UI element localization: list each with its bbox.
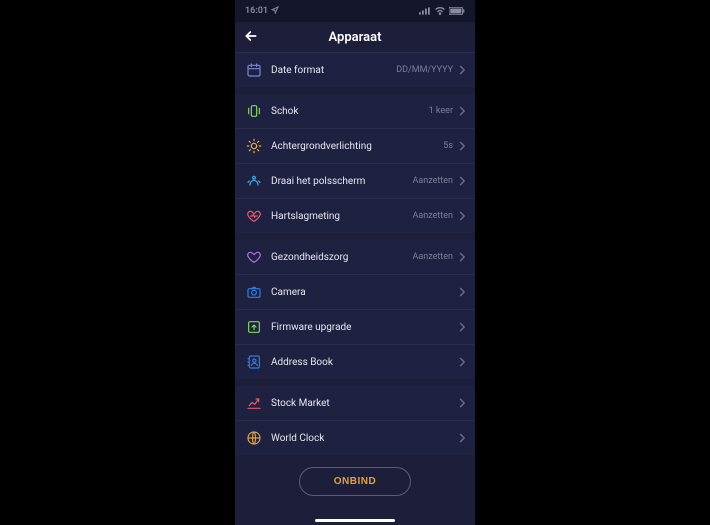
row-label: Stock Market (271, 398, 459, 409)
chevron-right-icon (459, 322, 465, 332)
row-healthcare[interactable]: GezondheidszorgAanzetten (235, 240, 475, 274)
chevron-right-icon (459, 433, 465, 443)
row-value: Aanzetten (412, 176, 453, 186)
row-worldclock[interactable]: World Clock (235, 420, 475, 455)
back-button[interactable] (243, 28, 259, 48)
addressbook-icon (245, 353, 263, 371)
chevron-right-icon (459, 106, 465, 116)
heart-icon (245, 207, 263, 225)
row-backlight[interactable]: Achtergrondverlichting5s (235, 128, 475, 163)
chevron-right-icon (459, 176, 465, 186)
row-stockmarket[interactable]: Stock Market (235, 386, 475, 420)
chevron-right-icon (459, 141, 465, 151)
chevron-right-icon (459, 211, 465, 221)
settings-group: GezondheidszorgAanzetten Camera Firmware u… (235, 240, 475, 379)
row-shock[interactable]: Schok1 keer (235, 94, 475, 128)
status-time: 16:01 (245, 6, 268, 16)
row-label: Gezondheidszorg (271, 252, 412, 263)
vibrate-icon (245, 102, 263, 120)
row-value: 1 keer (429, 106, 453, 116)
row-label: Draai het polsscherm (271, 176, 412, 187)
row-label: Camera (271, 287, 459, 298)
chevron-right-icon (459, 65, 465, 75)
row-value: Aanzetten (412, 211, 453, 221)
chevron-right-icon (459, 357, 465, 367)
row-value: 5s (443, 141, 453, 151)
row-firmware[interactable]: Firmware upgrade (235, 309, 475, 344)
settings-group: Date formatDD/MM/YYYY (235, 53, 475, 87)
chevron-right-icon (459, 252, 465, 262)
status-bar: 16:01 (235, 0, 475, 22)
battery-icon (449, 7, 465, 15)
stock-icon (245, 394, 263, 412)
row-value: Aanzetten (412, 252, 453, 262)
row-value: DD/MM/YYYY (396, 65, 453, 75)
healthheart-icon (245, 248, 263, 266)
row-addressbook[interactable]: Address Book (235, 344, 475, 379)
row-label: Firmware upgrade (271, 322, 459, 333)
row-label: Date format (271, 65, 396, 76)
settings-group: Schok1 keerAchtergrondverlichting5sDraai… (235, 94, 475, 233)
wrist-icon (245, 172, 263, 190)
chevron-right-icon (459, 398, 465, 408)
page-title: Apparaat (235, 30, 475, 45)
row-date-format[interactable]: Date formatDD/MM/YYYY (235, 53, 475, 87)
upgrade-icon (245, 318, 263, 336)
location-icon (271, 6, 279, 16)
row-label: World Clock (271, 433, 459, 444)
header: Apparaat (235, 22, 475, 53)
row-label: Achtergrondverlichting (271, 141, 443, 152)
unbind-button[interactable]: ONBIND (299, 467, 411, 496)
globe-icon (245, 429, 263, 447)
unbind-wrap: ONBIND (235, 455, 475, 500)
signal-icon (419, 7, 431, 15)
settings-group: Stock Market World Clock (235, 386, 475, 455)
row-label: Address Book (271, 357, 459, 368)
camera-icon (245, 283, 263, 301)
phone-frame: 16:01 Apparaat (235, 0, 475, 525)
sun-icon (245, 137, 263, 155)
home-indicator (315, 519, 395, 522)
chevron-right-icon (459, 287, 465, 297)
wifi-icon (434, 7, 446, 15)
calendar-icon (245, 61, 263, 79)
row-camera[interactable]: Camera (235, 274, 475, 309)
settings-list: Date formatDD/MM/YYYYSchok1 keerAchtergr… (235, 53, 475, 455)
row-label: Hartslagmeting (271, 211, 412, 222)
row-label: Schok (271, 106, 429, 117)
row-heartrate[interactable]: HartslagmetingAanzetten (235, 198, 475, 233)
row-wrist[interactable]: Draai het polsschermAanzetten (235, 163, 475, 198)
